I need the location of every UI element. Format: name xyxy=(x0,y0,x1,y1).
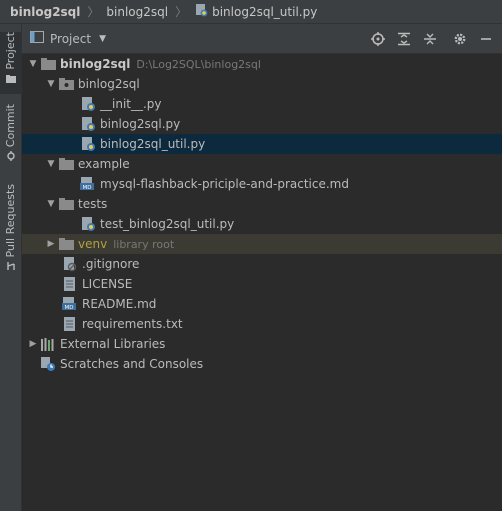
chevron-down-icon[interactable]: ▼ xyxy=(44,199,58,209)
expand-all-button[interactable] xyxy=(396,31,412,47)
tree-row-root[interactable]: ▼ binlog2sql D:\Log2SQL\binlog2sql xyxy=(22,54,502,74)
breadcrumb-project[interactable]: binlog2sql xyxy=(10,5,80,19)
breadcrumb-package[interactable]: binlog2sql xyxy=(106,5,168,19)
collapse-all-button[interactable] xyxy=(422,31,438,47)
breadcrumb-file-label: binlog2sql_util.py xyxy=(212,4,318,19)
markdown-file-icon: MD xyxy=(62,296,78,312)
file-label: .gitignore xyxy=(82,257,140,271)
project-panel: Project ▼ ▼ binlog2sql D:\Log2SQL\binlog… xyxy=(22,24,502,511)
ignore-file-icon xyxy=(62,256,78,272)
tree-row-file[interactable]: MD README.md xyxy=(22,294,502,314)
file-label: binlog2sql_util.py xyxy=(100,137,206,151)
markdown-file-icon: MD xyxy=(80,176,96,192)
expand-all-icon xyxy=(398,32,410,45)
venv-label: venv xyxy=(78,237,108,251)
breadcrumb-file[interactable]: binlog2sql_util.py xyxy=(194,3,317,20)
tree-row-folder-example[interactable]: ▼ example xyxy=(22,154,502,174)
commit-icon xyxy=(6,151,15,162)
root-folder-path: D:\Log2SQL\binlog2sql xyxy=(136,57,261,71)
tree-row-file[interactable]: test_binlog2sql_util.py xyxy=(22,214,502,234)
file-label: requirements.txt xyxy=(82,317,183,331)
python-file-icon xyxy=(80,116,96,132)
tree-row-file[interactable]: requirements.txt xyxy=(22,314,502,334)
settings-button[interactable] xyxy=(452,31,468,47)
tab-pull-requests[interactable]: Pull Requests xyxy=(0,184,21,272)
tree-row-file-selected[interactable]: binlog2sql_util.py xyxy=(22,134,502,154)
chevron-down-icon[interactable]: ▼ xyxy=(44,79,58,89)
tab-commit[interactable]: Commit xyxy=(0,104,21,176)
python-file-icon xyxy=(194,3,208,20)
folder-icon xyxy=(58,156,74,172)
pull-request-icon xyxy=(6,262,15,271)
folder-icon xyxy=(58,196,74,212)
package-folder-icon xyxy=(58,76,74,92)
breadcrumb-separator: 〉 xyxy=(87,5,100,19)
gear-icon xyxy=(454,33,466,44)
tree-row-external-libraries[interactable]: ▶ External Libraries xyxy=(22,334,502,354)
project-view-icon xyxy=(30,31,44,46)
hide-panel-button[interactable] xyxy=(478,31,494,47)
tree-row-package[interactable]: ▼ binlog2sql xyxy=(22,74,502,94)
folder-label: example xyxy=(78,157,130,171)
python-file-icon xyxy=(80,216,96,232)
tab-project[interactable]: Project xyxy=(0,32,21,94)
file-label: test_binlog2sql_util.py xyxy=(100,217,235,231)
locate-file-button[interactable] xyxy=(370,31,386,47)
tool-window-strip: Project Commit Pull Requests xyxy=(0,24,22,511)
chevron-right-icon[interactable]: ▶ xyxy=(26,339,40,349)
project-tree: ▼ binlog2sql D:\Log2SQL\binlog2sql ▼ bin… xyxy=(22,54,502,374)
tree-row-file[interactable]: .gitignore xyxy=(22,254,502,274)
collapse-all-icon xyxy=(424,33,436,44)
svg-text:MD: MD xyxy=(83,185,92,191)
root-folder-label: binlog2sql xyxy=(60,57,131,71)
venv-hint: library root xyxy=(113,237,175,251)
external-libraries-label: External Libraries xyxy=(60,337,166,351)
chevron-right-icon[interactable]: ▶ xyxy=(44,239,58,249)
package-folder-label: binlog2sql xyxy=(78,77,140,91)
library-icon xyxy=(40,336,56,352)
file-label: __init__.py xyxy=(100,97,162,111)
python-file-icon xyxy=(80,96,96,112)
scratches-icon xyxy=(40,356,56,372)
project-toolbar: Project ▼ xyxy=(22,24,502,54)
file-label: binlog2sql.py xyxy=(100,117,181,131)
panel-title: Project xyxy=(50,31,92,46)
folder-icon xyxy=(40,56,56,72)
view-dropdown[interactable]: ▼ xyxy=(99,34,106,44)
file-label: LICENSE xyxy=(82,277,133,291)
tab-commit-label: Commit xyxy=(4,104,17,148)
crosshair-icon xyxy=(371,31,385,46)
tab-project-label: Project xyxy=(4,32,17,70)
folder-icon xyxy=(5,74,16,83)
file-label: mysql-flashback-priciple-and-practice.md xyxy=(100,177,349,191)
text-file-icon xyxy=(62,316,78,332)
svg-text:MD: MD xyxy=(65,305,74,311)
minimize-icon xyxy=(481,37,491,40)
folder-label: tests xyxy=(78,197,108,211)
scratches-label: Scratches and Consoles xyxy=(60,357,204,371)
python-file-icon xyxy=(80,136,96,152)
chevron-down-icon[interactable]: ▼ xyxy=(44,159,58,169)
tree-row-file[interactable]: binlog2sql.py xyxy=(22,114,502,134)
folder-icon xyxy=(58,236,74,252)
tab-pull-requests-label: Pull Requests xyxy=(4,184,17,258)
chevron-down-icon[interactable]: ▼ xyxy=(26,59,40,69)
tree-row-file[interactable]: LICENSE xyxy=(22,274,502,294)
tree-row-file[interactable]: __init__.py xyxy=(22,94,502,114)
breadcrumb-separator: 〉 xyxy=(175,5,188,19)
breadcrumb: binlog2sql 〉 binlog2sql 〉 binlog2sql_uti… xyxy=(0,0,502,24)
tree-row-scratches[interactable]: Scratches and Consoles xyxy=(22,354,502,374)
tree-row-folder-tests[interactable]: ▼ tests xyxy=(22,194,502,214)
tree-row-file[interactable]: MD mysql-flashback-priciple-and-practice… xyxy=(22,174,502,194)
file-label: README.md xyxy=(82,297,157,311)
text-file-icon xyxy=(62,276,78,292)
tree-row-venv[interactable]: ▶ venv library root xyxy=(22,234,502,254)
